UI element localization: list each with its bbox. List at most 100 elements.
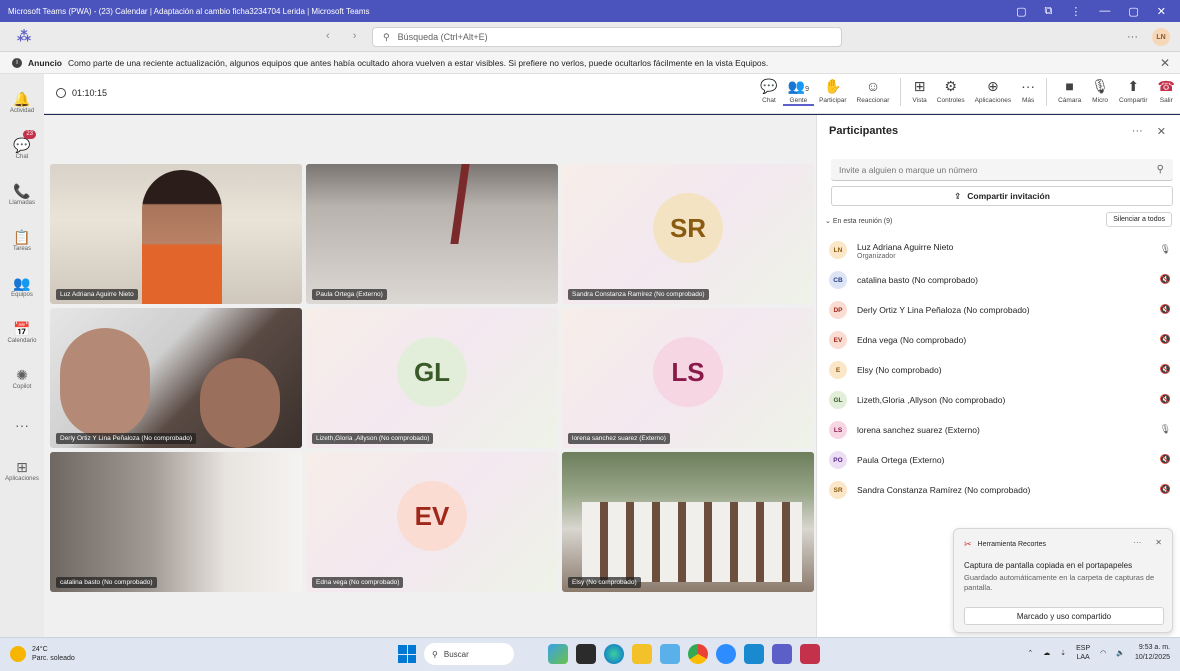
video-tile[interactable]: EV Edna vega (No comprobado) xyxy=(306,452,558,592)
participant-row[interactable]: GL Lizeth,Gloria ,Allyson (No comprobado… xyxy=(829,385,1175,415)
more-apps-icon: ··· xyxy=(15,417,29,433)
taskbar-clock[interactable]: 9:53 a. m. 10/12/2025 xyxy=(1135,643,1170,663)
chat-button[interactable]: 💬 Chat xyxy=(755,78,782,104)
more-button[interactable]: ··· Más xyxy=(1016,78,1040,104)
rail-more[interactable]: ··· xyxy=(0,402,44,448)
tile-name: catalina basto (No comprobado) xyxy=(56,577,157,588)
maximize-button[interactable]: ▢ xyxy=(1128,5,1138,18)
photos-app-icon[interactable] xyxy=(660,644,680,664)
mcafee-app-icon[interactable] xyxy=(800,644,820,664)
toast-title: Captura de pantalla copiada en el portap… xyxy=(964,561,1133,570)
toast-close-icon[interactable]: ✕ xyxy=(1155,538,1162,547)
react-button[interactable]: ☺ Reaccionar xyxy=(852,78,895,104)
people-button[interactable]: 👥9 Gente xyxy=(782,78,815,106)
participant-avatar: E xyxy=(829,361,847,379)
share-invite-button[interactable]: ⇪ Compartir invitación xyxy=(831,186,1173,206)
tile-name: Sandra Constanza Ramírez (No comprobado) xyxy=(568,289,709,300)
more-options-icon[interactable]: ··· xyxy=(1127,31,1138,43)
tray-chevron-icon[interactable]: ⌃ xyxy=(1027,649,1033,657)
section-toggle[interactable]: ⌄ En esta reunión (9) xyxy=(825,217,892,225)
video-tile[interactable]: Paula Ortega (Externo) xyxy=(306,164,558,304)
weather-widget[interactable]: 24°C Parc. soleado xyxy=(10,645,75,663)
camera-button[interactable]: ■ Cámara xyxy=(1053,78,1086,104)
close-banner-icon[interactable]: ✕ xyxy=(1160,56,1170,70)
window-title: Microsoft Teams (PWA) - (23) Calendar | … xyxy=(8,6,370,16)
video-tile[interactable]: LS lorena sanchez suarez (Externo) xyxy=(562,308,814,448)
video-tile[interactable]: SR Sandra Constanza Ramírez (No comproba… xyxy=(562,164,814,304)
participant-row[interactable]: PO Paula Ortega (Externo) 🔇 xyxy=(829,445,1175,475)
leave-button[interactable]: ☎ Salir xyxy=(1153,78,1180,104)
nav-arrows[interactable]: ‹ › xyxy=(326,30,366,42)
appbar-right: ··· LN xyxy=(1127,28,1170,46)
toast-more-icon[interactable]: ··· xyxy=(1133,538,1141,547)
apps-button[interactable]: ⊕ Aplicaciones xyxy=(970,78,1017,104)
share-button[interactable]: ⬆ Compartir xyxy=(1114,78,1153,104)
participant-row[interactable]: SR Sandra Constanza Ramírez (No comproba… xyxy=(829,475,1175,505)
tile-name: lorena sanchez suarez (Externo) xyxy=(568,433,670,444)
participant-row[interactable]: LS lorena sanchez suarez (Externo) 🎙 xyxy=(829,415,1175,445)
chrome-browser-icon[interactable] xyxy=(688,644,708,664)
rail-tasks[interactable]: 📋 Tareas xyxy=(0,218,44,264)
participant-row[interactable]: EV Edna vega (No comprobado) 🔇 xyxy=(829,325,1175,355)
mic-button[interactable]: 🎙 Micro xyxy=(1086,78,1114,104)
usb-icon[interactable]: ⇣ xyxy=(1060,649,1066,657)
video-tile[interactable]: catalina basto (No comprobado) xyxy=(50,452,302,592)
search-box[interactable]: ⚲ Búsqueda (Ctrl+Alt+E) xyxy=(372,27,842,47)
close-window-button[interactable]: ✕ xyxy=(1157,5,1166,18)
wifi-icon[interactable]: ◠ xyxy=(1100,649,1106,657)
video-tile[interactable]: Elsy (No comprobado) xyxy=(562,452,814,592)
mic-off-icon: 🔇 xyxy=(1159,274,1171,284)
controls-button[interactable]: ⚙ Controles xyxy=(932,78,970,104)
rail-calendar[interactable]: 📅 Calendario xyxy=(0,310,44,356)
participant-avatar: SR xyxy=(829,481,847,499)
participant-video xyxy=(142,170,222,304)
video-tile[interactable]: Derly Ortiz Y Lina Peñaloza (No comproba… xyxy=(50,308,302,448)
video-tile[interactable]: GL Lizeth,Gloria ,Allyson (No comprobado… xyxy=(306,308,558,448)
teams-logo-icon: ⁂ xyxy=(16,28,32,44)
banner-label: Anuncio xyxy=(28,57,62,68)
file-explorer-icon[interactable] xyxy=(632,644,652,664)
rail-copilot[interactable]: ✺ Copilot xyxy=(0,356,44,402)
edge-browser-icon[interactable] xyxy=(604,644,624,664)
toast-header: ✂ Herramienta Recortes xyxy=(964,539,1047,549)
rail-chat[interactable]: 💬 23 Chat xyxy=(0,126,44,172)
teams-app-icon[interactable] xyxy=(772,644,792,664)
snipping-tool-toast[interactable]: ✂ Herramienta Recortes ··· ✕ Captura de … xyxy=(953,528,1173,633)
extensions-icon[interactable]: ⧉ xyxy=(1045,5,1053,18)
minimize-button[interactable]: — xyxy=(1099,5,1110,18)
zoom-app-icon[interactable] xyxy=(716,644,736,664)
close-panel-icon[interactable]: ✕ xyxy=(1157,125,1166,138)
taskbar-search[interactable]: ⚲ Buscar xyxy=(424,643,514,665)
participant-avatar: SR xyxy=(653,193,723,264)
language-indicator[interactable]: ESP LAA xyxy=(1076,644,1090,662)
rail-activity[interactable]: 🔔 Actividad xyxy=(0,80,44,126)
tile-name: Derly Ortiz Y Lina Peñaloza (No comproba… xyxy=(56,433,196,444)
store-app-icon[interactable] xyxy=(744,644,764,664)
rail-calls[interactable]: 📞 Llamadas xyxy=(0,172,44,218)
rail-teams[interactable]: 👥 Equipos xyxy=(0,264,44,310)
task-view-icon[interactable] xyxy=(576,644,596,664)
participant-row[interactable]: E Elsy (No comprobado) 🔇 xyxy=(829,355,1175,385)
participant-row[interactable]: CB catalina basto (No comprobado) 🔇 xyxy=(829,265,1175,295)
mute-all-button[interactable]: Silenciar a todos xyxy=(1106,212,1172,227)
calendar-icon: 📅 xyxy=(13,321,31,337)
search-placeholder: Búsqueda (Ctrl+Alt+E) xyxy=(397,32,488,42)
participant-name: Elsy (No comprobado) xyxy=(857,365,942,375)
markup-share-button[interactable]: Marcado y uso compartido xyxy=(964,607,1164,625)
participant-avatar: GL xyxy=(829,391,847,409)
browser-menu-icon[interactable]: ⋮ xyxy=(1070,5,1081,18)
widgets-app-icon[interactable] xyxy=(548,644,568,664)
participant-row[interactable]: LN Luz Adriana Aguirre Nieto Organizador … xyxy=(829,235,1175,265)
windows-start-icon[interactable] xyxy=(398,645,416,663)
onedrive-icon[interactable]: ☁ xyxy=(1043,649,1050,657)
rail-apps[interactable]: ⊞ Aplicaciones xyxy=(0,448,44,494)
video-tile[interactable]: Luz Adriana Aguirre Nieto xyxy=(50,164,302,304)
invite-input[interactable] xyxy=(831,159,1173,181)
view-button[interactable]: ⊞ Vista xyxy=(907,78,931,104)
panel-more-icon[interactable]: ··· xyxy=(1132,125,1143,138)
raise-hand-button[interactable]: ✋ Participar xyxy=(814,78,851,104)
volume-icon[interactable]: 🔈 xyxy=(1116,649,1125,657)
cast-icon[interactable]: ▢ xyxy=(1016,5,1026,18)
participant-row[interactable]: DP Derly Ortiz Y Lina Peñaloza (No compr… xyxy=(829,295,1175,325)
user-avatar[interactable]: LN xyxy=(1152,28,1170,46)
